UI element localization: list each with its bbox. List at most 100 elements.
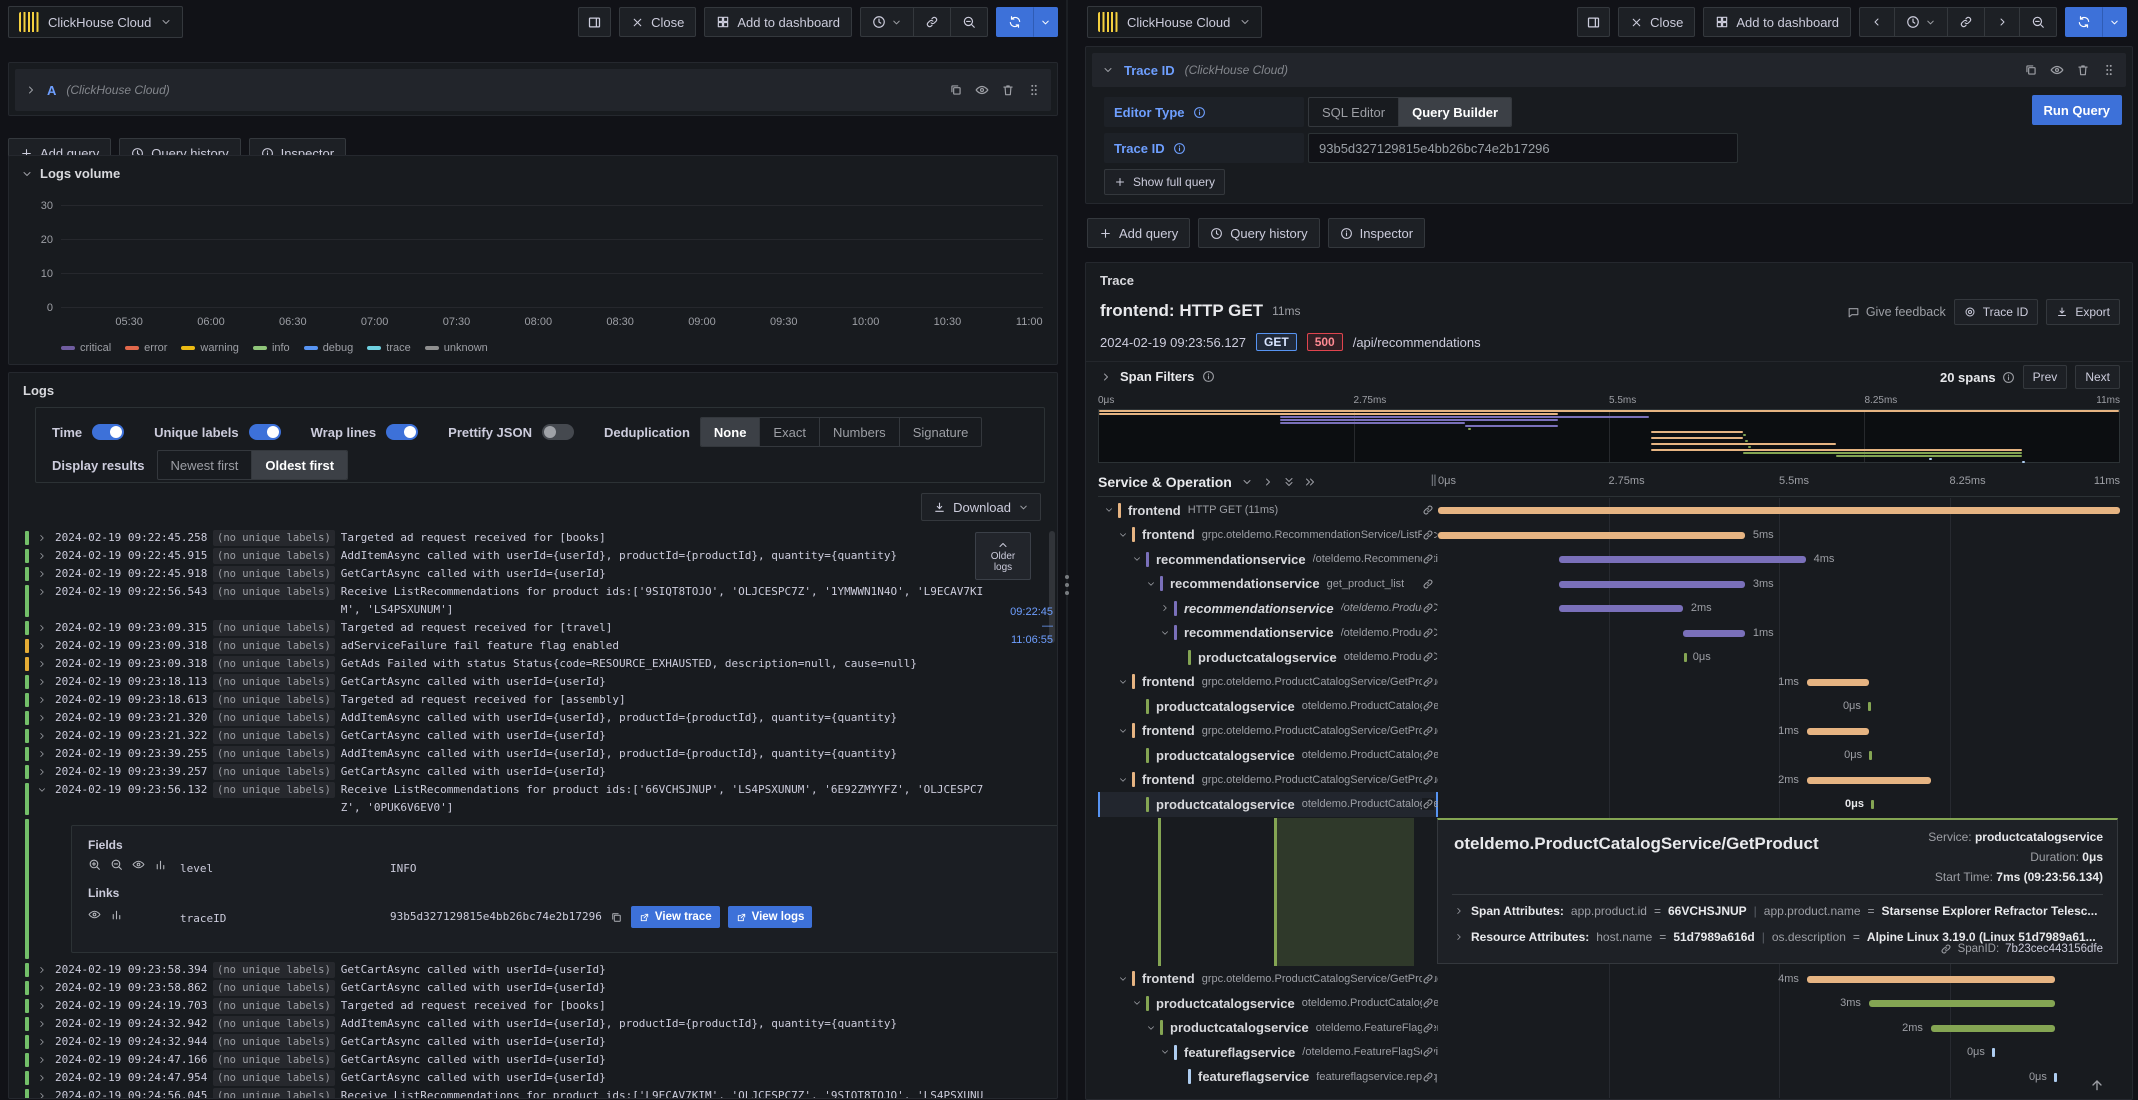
log-row[interactable]: 2024-02-19 09:23:09.318 (no unique labels…	[21, 637, 1057, 655]
left-close-button[interactable]: Close	[619, 7, 697, 37]
span-link-icon[interactable]	[1422, 1070, 1434, 1083]
prev-span-button[interactable]: Prev	[2022, 365, 2068, 389]
span-name-cell[interactable]: frontend grpc.oteldemo.RecommendationServ…	[1098, 523, 1438, 548]
span-link-icon[interactable]	[1422, 651, 1434, 664]
log-row[interactable]: 2024-02-19 09:24:47.954 (no unique labels…	[21, 1069, 1057, 1087]
right-add-query-button[interactable]: Add query	[1087, 218, 1191, 248]
span-bar-cell[interactable]: 0μs	[1438, 1065, 2120, 1090]
span-link-icon[interactable]	[1422, 504, 1434, 517]
log-row[interactable]: 2024-02-19 09:23:58.862 (no unique labels…	[21, 979, 1057, 997]
legend-item-trace[interactable]: trace	[367, 342, 411, 354]
right-inspector-button[interactable]: Inspector	[1327, 218, 1426, 248]
collapse-all-icon[interactable]	[1283, 476, 1295, 488]
trace-minimap[interactable]	[1098, 409, 2120, 463]
span-toggle-icon[interactable]	[1146, 1023, 1160, 1033]
display-option-newest-first[interactable]: Newest first	[158, 451, 253, 479]
span-link-icon[interactable]	[1422, 798, 1434, 811]
log-expand-icon[interactable]	[37, 709, 55, 727]
column-resize-handle[interactable]: ‖	[1430, 473, 1438, 491]
log-expand-icon[interactable]	[37, 655, 55, 673]
span-bar-cell[interactable]: 0μs	[1438, 1040, 2120, 1065]
span-row[interactable]: featureflagservice featureflagservice.rep…	[1098, 1065, 2120, 1090]
span-bar-cell[interactable]: 3ms	[1438, 991, 2120, 1016]
collapse-panel-icon[interactable]	[21, 168, 33, 180]
span-link-icon[interactable]	[1422, 602, 1434, 615]
span-row[interactable]: productcatalogservice oteldemo.ProductCat…	[1098, 991, 2120, 1016]
span-name-cell[interactable]: productcatalogserviceoteldemo.ProductCat…	[1098, 991, 1438, 1016]
log-row[interactable]: 2024-02-19 09:23:18.113 (no unique labels…	[21, 673, 1057, 691]
span-link-icon[interactable]	[1422, 1046, 1434, 1059]
log-expand-icon[interactable]	[37, 1033, 55, 1051]
span-link-icon[interactable]	[1422, 1021, 1434, 1034]
span-link-icon[interactable]	[1422, 577, 1434, 590]
legend-item-info[interactable]: info	[252, 342, 290, 354]
span-row[interactable]: recommendationservice/oteldemo.ProductCa…	[1098, 596, 2120, 621]
span-row[interactable]: productcatalogservice oteldemo.ProductCat…	[1098, 694, 2120, 719]
right-zoom-out-button[interactable]	[2019, 7, 2057, 37]
right-add-to-dashboard-button[interactable]: Add to dashboard	[1703, 7, 1851, 37]
log-row[interactable]: 2024-02-19 09:22:56.543 (no unique labels…	[21, 583, 1057, 619]
legend-item-unknown[interactable]: unknown	[424, 342, 488, 354]
span-bar-cell[interactable]: 4ms	[1438, 967, 2120, 992]
log-expand-icon[interactable]	[37, 961, 55, 979]
span-bar-cell[interactable]: 1ms	[1438, 670, 2120, 695]
log-expand-icon[interactable]	[37, 547, 55, 565]
right-close-button[interactable]: Close	[1618, 7, 1696, 37]
toggle-visibility-icon[interactable]	[975, 83, 989, 97]
span-name-cell[interactable]: featureflagservice featureflagservice.rep…	[1098, 1065, 1438, 1090]
span-toggle-icon[interactable]	[1146, 579, 1160, 589]
legend-item-warning[interactable]: warning	[181, 342, 239, 354]
pane-divider[interactable]	[1066, 0, 1068, 1100]
span-name-cell[interactable]: recommendationservice/oteldemo.ProductCa…	[1098, 621, 1438, 646]
left-datasource-picker[interactable]: ClickHouse Cloud	[8, 6, 184, 38]
dedup-option-none[interactable]: None	[700, 418, 761, 446]
log-expand-icon[interactable]	[37, 691, 55, 709]
scroll-to-top-icon[interactable]	[2089, 1077, 2105, 1093]
log-row[interactable]: 2024-02-19 09:24:47.166 (no unique labels…	[21, 1051, 1057, 1069]
log-expand-icon[interactable]	[37, 673, 55, 691]
prettify-json-toggle[interactable]	[541, 424, 574, 440]
log-row[interactable]: 2024-02-19 09:23:39.257 (no unique labels…	[21, 763, 1057, 781]
wrap-lines-toggle[interactable]	[386, 424, 419, 440]
log-row[interactable]: 2024-02-19 09:24:56.045 (no unique labels…	[21, 1087, 1057, 1098]
span-link-icon[interactable]	[1422, 997, 1434, 1010]
span-row[interactable]: productcatalogservice oteldemo.ProductCat…	[1098, 792, 2120, 817]
span-link-icon[interactable]	[1422, 972, 1434, 985]
log-row[interactable]: 2024-02-19 09:22:45.915 (no unique labels…	[21, 547, 1057, 565]
span-name-cell[interactable]: productcatalogserviceoteldemo.ProductCat…	[1098, 792, 1438, 817]
next-span-button[interactable]: Next	[2075, 365, 2120, 389]
filter-for-value-icon[interactable]	[88, 858, 101, 871]
copy-query-icon[interactable]	[949, 83, 963, 97]
span-name-cell[interactable]: productcatalogserviceoteldemo.ProductCat…	[1098, 645, 1438, 670]
span-name-cell[interactable]: productcatalogserviceoteldemo.ProductCat…	[1098, 694, 1438, 719]
log-expand-icon[interactable]	[37, 1069, 55, 1087]
span-toggle-icon[interactable]	[1104, 505, 1118, 515]
log-expand-icon[interactable]	[37, 979, 55, 997]
time-shift-forward-button[interactable]	[1984, 7, 2019, 37]
log-expand-icon[interactable]	[37, 763, 55, 781]
dedup-option-exact[interactable]: Exact	[760, 418, 820, 446]
right-time-picker-button[interactable]	[1894, 7, 1947, 37]
span-row[interactable]: productcatalogservice oteldemo.ProductCat…	[1098, 743, 2120, 768]
pane-divider-handle[interactable]	[1062, 568, 1072, 602]
span-link-icon[interactable]	[1422, 724, 1434, 737]
toggle-visibility-icon[interactable]	[2050, 63, 2064, 77]
log-expand-icon[interactable]	[37, 1015, 55, 1033]
chevron-down-icon[interactable]	[1102, 64, 1114, 76]
copy-query-icon[interactable]	[2024, 63, 2038, 77]
log-expand-icon[interactable]	[37, 1051, 55, 1069]
span-name-cell[interactable]: recommendationservice get_product_list	[1098, 572, 1438, 597]
span-toggle-icon[interactable]	[1132, 998, 1146, 1008]
link-stats-icon[interactable]	[110, 908, 123, 921]
span-link-icon[interactable]	[1422, 749, 1434, 762]
right-query-history-button[interactable]: Query history	[1198, 218, 1320, 248]
view-logs-button[interactable]: View logs	[727, 906, 813, 928]
span-toggle-icon[interactable]	[1160, 628, 1174, 638]
older-logs-button[interactable]: Older logs	[975, 532, 1031, 580]
left-refresh-interval-button[interactable]	[1033, 7, 1058, 37]
span-bar-cell[interactable]: 5ms	[1438, 523, 2120, 548]
logs-volume-chart[interactable]: 0 10 20 30 05:30 06:00 06:30 07:00 07:30 08:00 08:…	[41, 196, 1043, 328]
dedup-option-numbers[interactable]: Numbers	[820, 418, 900, 446]
span-row[interactable]: productcatalogservice oteldemo.FeatureFla…	[1098, 1016, 2120, 1041]
run-query-button[interactable]: Run Query	[2031, 95, 2122, 125]
